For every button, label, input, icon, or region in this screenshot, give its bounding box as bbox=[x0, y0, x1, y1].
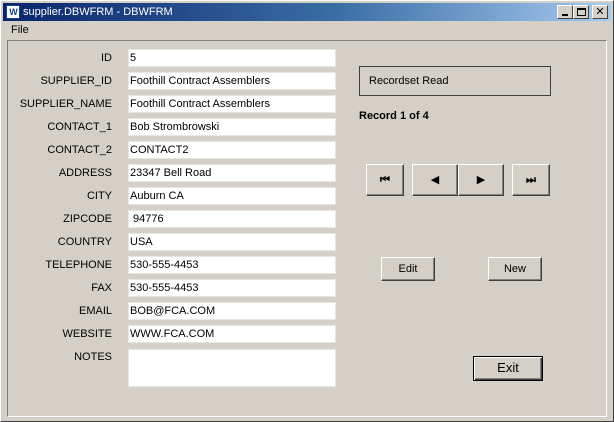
country-field[interactable] bbox=[128, 233, 336, 251]
status-box: Recordset Read bbox=[359, 66, 551, 96]
label-website: WEBSITE bbox=[62, 328, 112, 340]
telephone-field[interactable] bbox=[128, 256, 336, 274]
skip-first-icon: ⏮ bbox=[380, 173, 390, 186]
label-notes: NOTES bbox=[74, 351, 112, 363]
menu-bar: File bbox=[3, 22, 611, 39]
menu-file[interactable]: File bbox=[9, 24, 31, 37]
label-email: EMAIL bbox=[78, 305, 112, 317]
label-contact-2: CONTACT_2 bbox=[47, 144, 112, 156]
last-record-button[interactable]: ⏭ bbox=[512, 164, 550, 196]
label-country: COUNTRY bbox=[57, 236, 112, 248]
label-supplier-id: SUPPLIER_ID bbox=[40, 75, 112, 87]
skip-last-icon: ⏭ bbox=[526, 173, 536, 186]
title-bar[interactable]: W supplier.DBWFRM - DBWFRM ✕ bbox=[3, 3, 611, 21]
previous-icon: ◀ bbox=[430, 173, 440, 186]
label-telephone: TELEPHONE bbox=[45, 259, 112, 271]
fax-field[interactable] bbox=[128, 279, 336, 297]
record-position-label: Record 1 of 4 bbox=[359, 110, 429, 122]
first-record-button[interactable]: ⏮ bbox=[366, 164, 404, 196]
window-title: supplier.DBWFRM - DBWFRM bbox=[23, 6, 173, 18]
app-icon[interactable]: W bbox=[6, 5, 20, 19]
minimize-button[interactable] bbox=[557, 5, 573, 19]
next-record-button[interactable]: ▶ bbox=[458, 164, 504, 196]
close-icon: ✕ bbox=[595, 5, 605, 18]
label-zipcode: ZIPCODE bbox=[63, 213, 112, 225]
contact-2-field[interactable] bbox=[128, 141, 336, 159]
label-id: ID bbox=[101, 52, 112, 64]
previous-record-button[interactable]: ◀ bbox=[412, 164, 458, 196]
label-city: CITY bbox=[86, 190, 112, 202]
edit-button[interactable]: Edit bbox=[381, 257, 435, 281]
maximize-button[interactable] bbox=[573, 5, 589, 19]
next-icon: ▶ bbox=[476, 173, 486, 186]
contact-1-field[interactable] bbox=[128, 118, 336, 136]
minimize-icon bbox=[562, 14, 568, 16]
city-field[interactable] bbox=[128, 187, 336, 205]
id-field[interactable] bbox=[128, 49, 336, 67]
label-address: ADDRESS bbox=[58, 167, 112, 179]
zipcode-field[interactable] bbox=[128, 210, 336, 228]
application-window: W supplier.DBWFRM - DBWFRM ✕ File ID SUP… bbox=[0, 0, 614, 422]
supplier-name-field[interactable] bbox=[128, 95, 336, 113]
label-contact-1: CONTACT_1 bbox=[47, 121, 112, 133]
exit-button[interactable]: Exit bbox=[473, 356, 543, 381]
label-fax: FAX bbox=[91, 282, 112, 294]
maximize-icon bbox=[576, 8, 586, 16]
supplier-id-field[interactable] bbox=[128, 72, 336, 90]
address-field[interactable] bbox=[128, 164, 336, 182]
notes-field[interactable] bbox=[128, 349, 336, 387]
close-button[interactable]: ✕ bbox=[592, 5, 608, 19]
website-field[interactable] bbox=[128, 325, 336, 343]
label-supplier-name: SUPPLIER_NAME bbox=[19, 98, 112, 110]
new-button[interactable]: New bbox=[488, 257, 542, 281]
email-field[interactable] bbox=[128, 302, 336, 320]
